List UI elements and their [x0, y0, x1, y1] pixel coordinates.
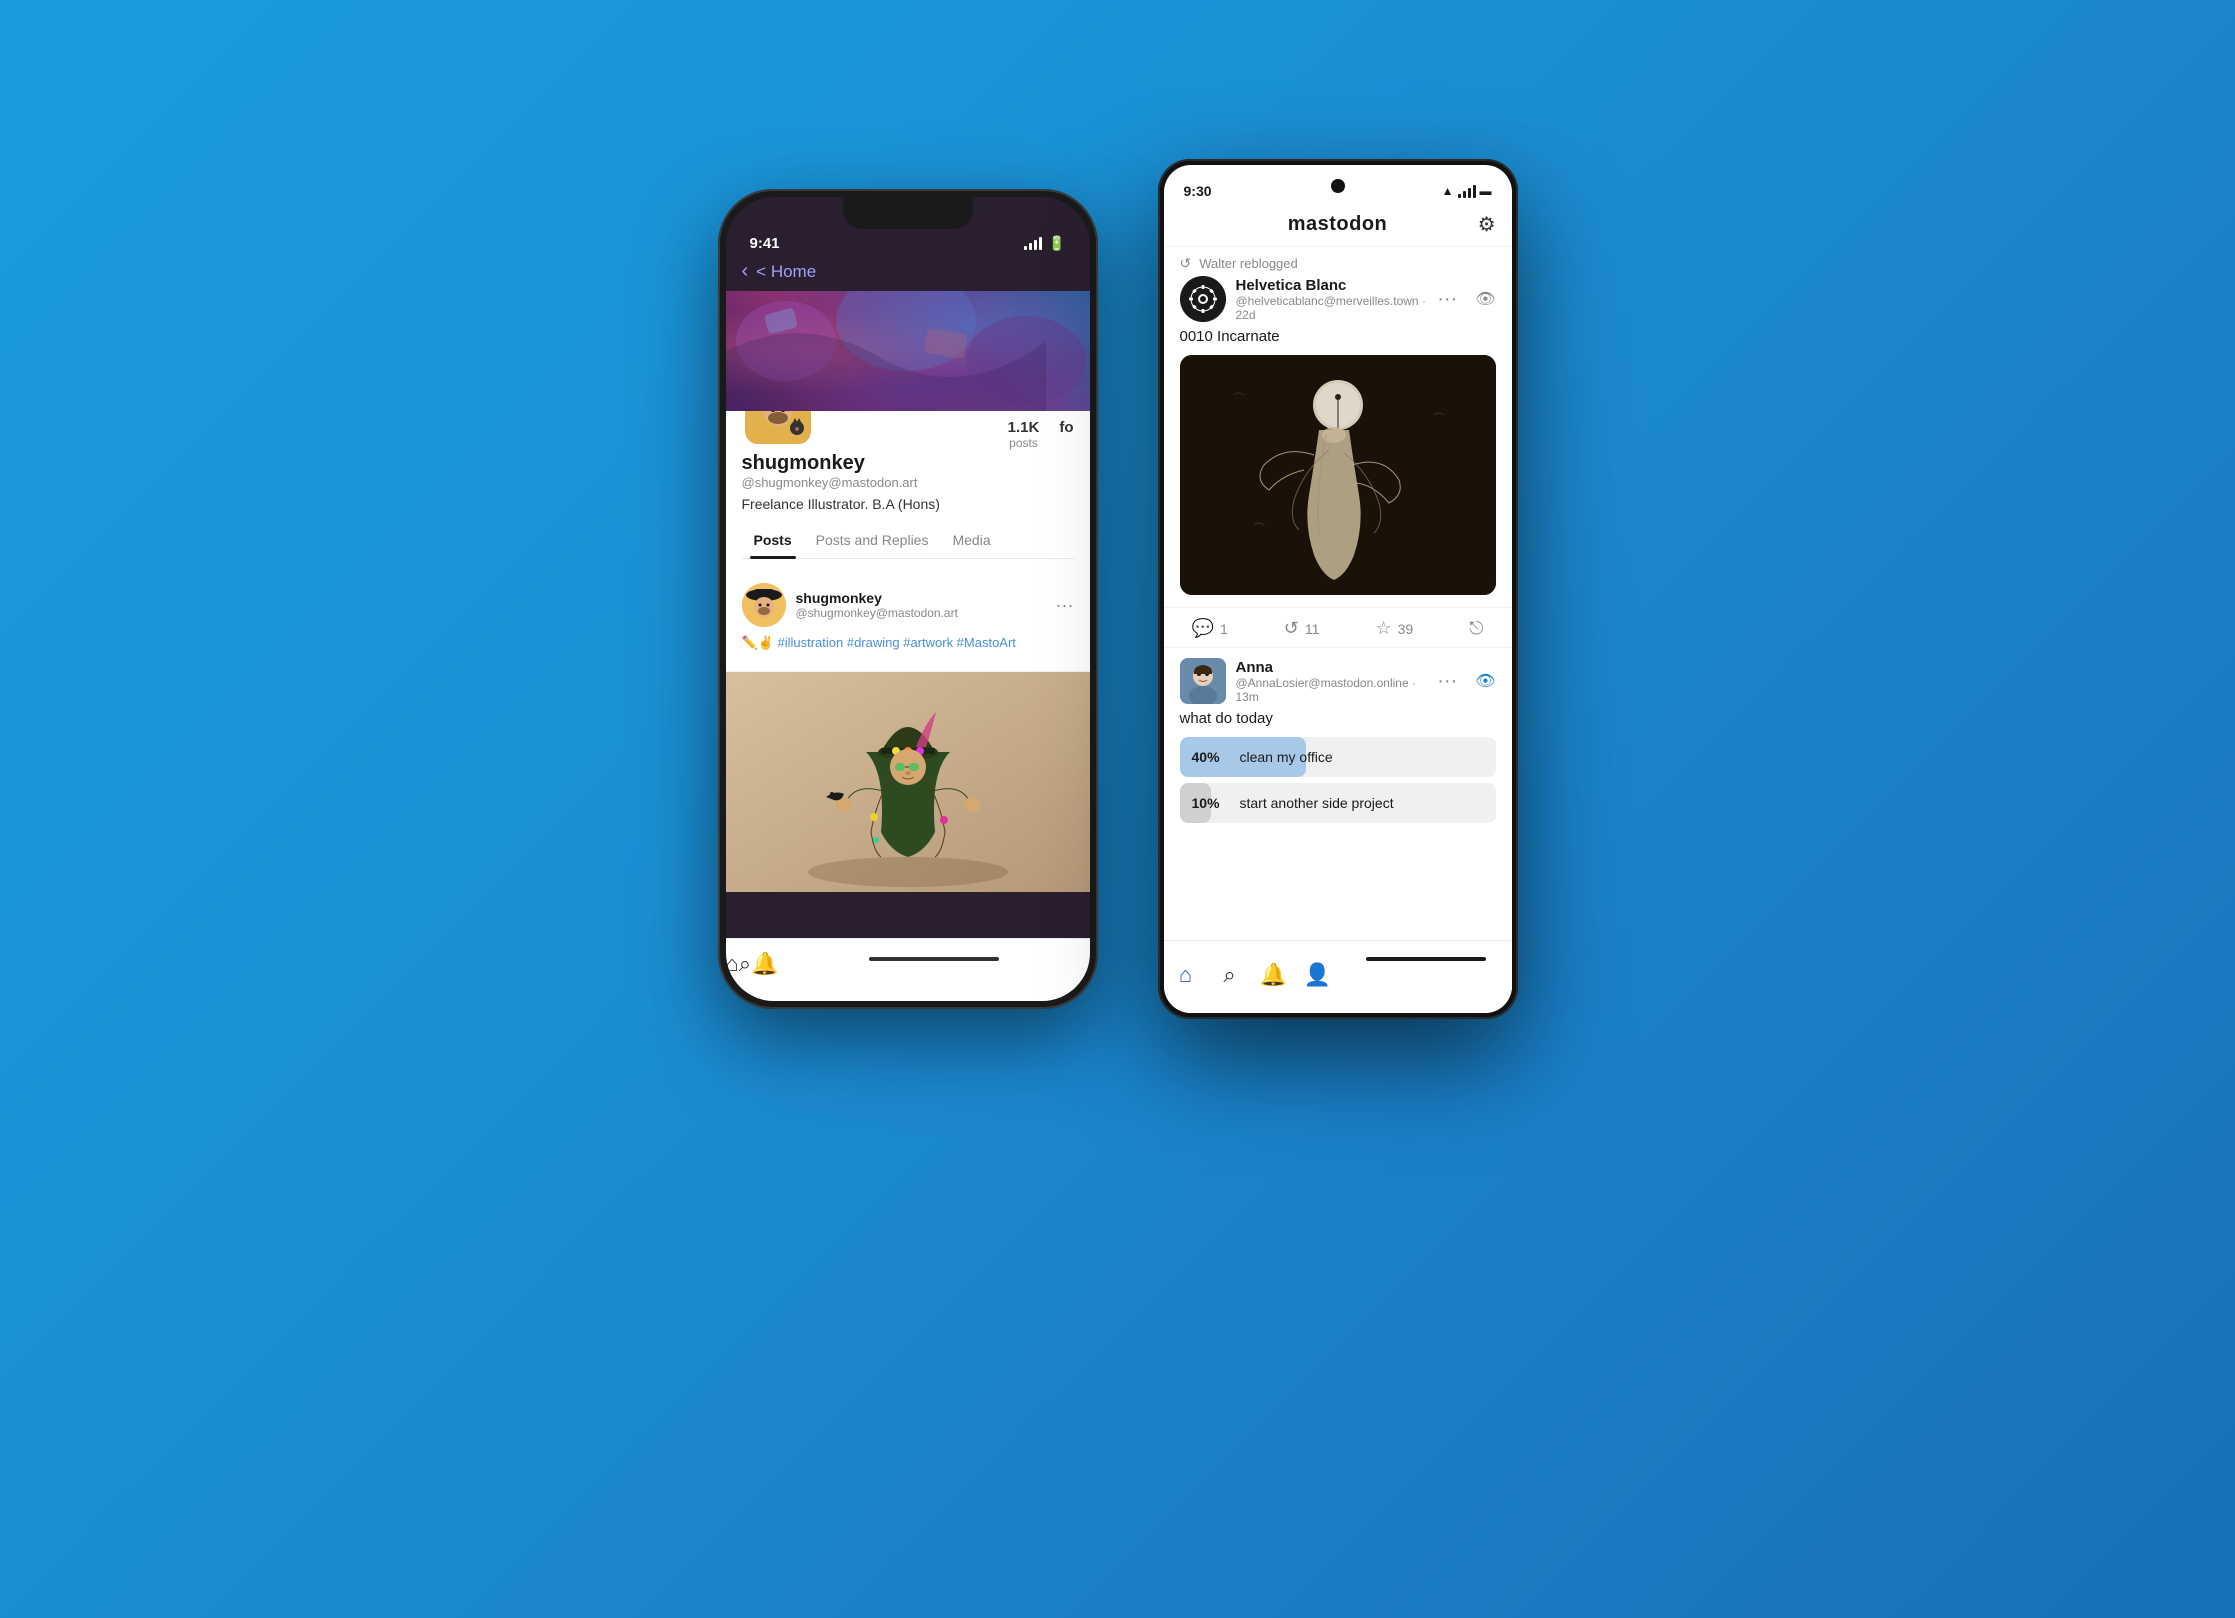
favorite-count: 39: [1398, 621, 1414, 637]
boost-count: 11: [1305, 621, 1320, 637]
comment-action[interactable]: 💬 1: [1192, 618, 1228, 639]
post-username: shugmonkey: [796, 590, 1046, 606]
profile-tab[interactable]: 👤: [1296, 953, 1340, 997]
post-handle: @shugmonkey@mastodon.art: [796, 606, 1046, 620]
app-title: mastodon: [1288, 213, 1388, 236]
notch: [843, 197, 973, 229]
feed-post-2-header: Anna @AnnaLosier@mastodon.online · 13m ·…: [1180, 658, 1496, 704]
tab-media[interactable]: Media: [940, 522, 1002, 558]
poll-pct-2: 10%: [1192, 795, 1228, 811]
tab-posts-replies[interactable]: Posts and Replies: [804, 522, 941, 558]
notifications-nav-icon[interactable]: 🔔: [751, 951, 778, 977]
post-header: shugmonkey @shugmonkey@mastodon.art ···: [742, 583, 1074, 627]
signal-icon: [1024, 237, 1042, 250]
profile-cover: [726, 291, 1090, 411]
post2-more-button[interactable]: ···: [1437, 671, 1457, 691]
notifications-tab[interactable]: 🔔: [1252, 953, 1296, 997]
tab-posts[interactable]: Posts: [742, 522, 804, 558]
phone-left-screen: 9:41 🔋 ‹ < Home: [726, 197, 1090, 1001]
posts-label: posts: [1008, 436, 1040, 450]
back-label[interactable]: < Home: [756, 262, 816, 282]
reblog-icon: ↺: [1180, 255, 1192, 272]
feed-user-info-2: Anna @AnnaLosier@mastodon.online · 13m: [1236, 659, 1428, 704]
post-avatar: [742, 583, 786, 627]
comment-icon: 💬: [1192, 618, 1214, 639]
post1-eye-icon[interactable]: 👁: [1475, 289, 1495, 309]
share-icon: ⎋: [1469, 618, 1483, 639]
feed-avatar-1: [1180, 276, 1226, 322]
profile-handle: @shugmonkey@mastodon.art: [742, 475, 1074, 490]
post-image: [726, 672, 1090, 892]
feed-post-1: Helvetica Blanc @helveticablanc@merveill…: [1164, 276, 1512, 608]
wifi-icon: ▲: [1442, 184, 1454, 198]
poll-label-2: start another side project: [1240, 795, 1394, 811]
feed-content: ↺ Walter reblogged: [1164, 247, 1512, 841]
back-header[interactable]: ‹ < Home: [726, 252, 1090, 291]
bottom-nav-left: ⌂ ⌕ 🔔: [726, 938, 1090, 1001]
artwork-image: [1180, 355, 1496, 595]
signal-icon-right: [1458, 185, 1476, 198]
home-nav-icon[interactable]: ⌂: [726, 951, 739, 977]
reblog-text: Walter reblogged: [1199, 256, 1298, 271]
battery-icon-right: ▬: [1480, 184, 1492, 198]
reblog-indicator: ↺ Walter reblogged: [1164, 247, 1512, 276]
bottom-indicator: [1366, 957, 1486, 961]
status-time-left: 9:41: [750, 235, 780, 252]
home-tab[interactable]: ⌂: [1164, 953, 1208, 997]
phone-right: 9:30 ▲ ▬ mastodon ⚙: [1158, 159, 1518, 1019]
feed-handle-1: @helveticablanc@merveilles.town · 22d: [1236, 294, 1428, 322]
share-action[interactable]: ⎋: [1469, 618, 1483, 639]
phones-container: 9:41 🔋 ‹ < Home: [718, 159, 1518, 1459]
followers-count: fo: [1059, 419, 1073, 436]
feed-handle-2: @AnnaLosier@mastodon.online · 13m: [1236, 676, 1428, 704]
back-arrow-icon: ‹: [742, 260, 749, 283]
bottom-nav-right: ⌂ ⌕ 🔔 👤: [1164, 940, 1512, 1013]
cover-art: [726, 291, 1090, 411]
feed-user-info-1: Helvetica Blanc @helveticablanc@merveill…: [1236, 277, 1428, 322]
poll-option-2[interactable]: 10% start another side project: [1180, 783, 1496, 823]
home-indicator: [869, 957, 999, 961]
profile-section: 1.1K posts fo shugmonkey @shugmonkey@mas…: [726, 411, 1090, 571]
feed-username-2: Anna: [1236, 659, 1428, 676]
post-user-info: shugmonkey @shugmonkey@mastodon.art: [796, 590, 1046, 620]
mastodon-header: mastodon ⚙: [1164, 207, 1512, 247]
battery-icon: 🔋: [1048, 235, 1065, 252]
feed-avatar-2: [1180, 658, 1226, 704]
profile-stats: 1.1K posts fo: [988, 411, 1074, 450]
comment-count: 1: [1220, 621, 1228, 637]
post1-text: 0010 Incarnate: [1180, 328, 1496, 345]
post-item: shugmonkey @shugmonkey@mastodon.art ··· …: [726, 571, 1090, 672]
status-icons: ▲ ▬: [1442, 184, 1492, 198]
poll-label-1: clean my office: [1240, 749, 1333, 765]
post-text: ✏️✌️ #illustration #drawing #artwork #Ma…: [742, 635, 1074, 651]
profile-username: shugmonkey: [742, 452, 1074, 475]
boost-action[interactable]: ↺ 11: [1284, 618, 1320, 639]
posts-count: 1.1K: [1008, 419, 1040, 436]
post-more-icon[interactable]: ···: [1056, 595, 1074, 616]
post2-eye-icon[interactable]: 👁: [1475, 671, 1495, 691]
profile-bio: Freelance Illustrator. B.A (Hons): [742, 496, 1074, 512]
feed-post-1-header: Helvetica Blanc @helveticablanc@merveill…: [1180, 276, 1496, 322]
profile-tabs: Posts Posts and Replies Media: [742, 522, 1074, 559]
boost-icon: ↺: [1284, 618, 1299, 639]
post-actions: 💬 1 ↺ 11 ☆ 39 ⎋: [1164, 608, 1512, 648]
post1-more-button[interactable]: ···: [1437, 289, 1457, 309]
poll-pct-1: 40%: [1192, 749, 1228, 765]
punch-hole: [1331, 179, 1345, 193]
star-icon: ☆: [1375, 618, 1391, 639]
phone-left: 9:41 🔋 ‹ < Home: [718, 189, 1098, 1009]
favorite-action[interactable]: ☆ 39: [1375, 618, 1413, 639]
phone-right-screen: 9:30 ▲ ▬ mastodon ⚙: [1164, 165, 1512, 1013]
poll-option-1[interactable]: 40% clean my office: [1180, 737, 1496, 777]
post2-text: what do today: [1180, 710, 1496, 727]
feed-post-2: Anna @AnnaLosier@mastodon.online · 13m ·…: [1164, 648, 1512, 841]
feed-username-1: Helvetica Blanc: [1236, 277, 1428, 294]
status-time-right: 9:30: [1184, 183, 1212, 199]
search-tab[interactable]: ⌕: [1208, 953, 1252, 997]
search-nav-icon[interactable]: ⌕: [739, 951, 751, 977]
settings-icon[interactable]: ⚙: [1478, 212, 1496, 237]
